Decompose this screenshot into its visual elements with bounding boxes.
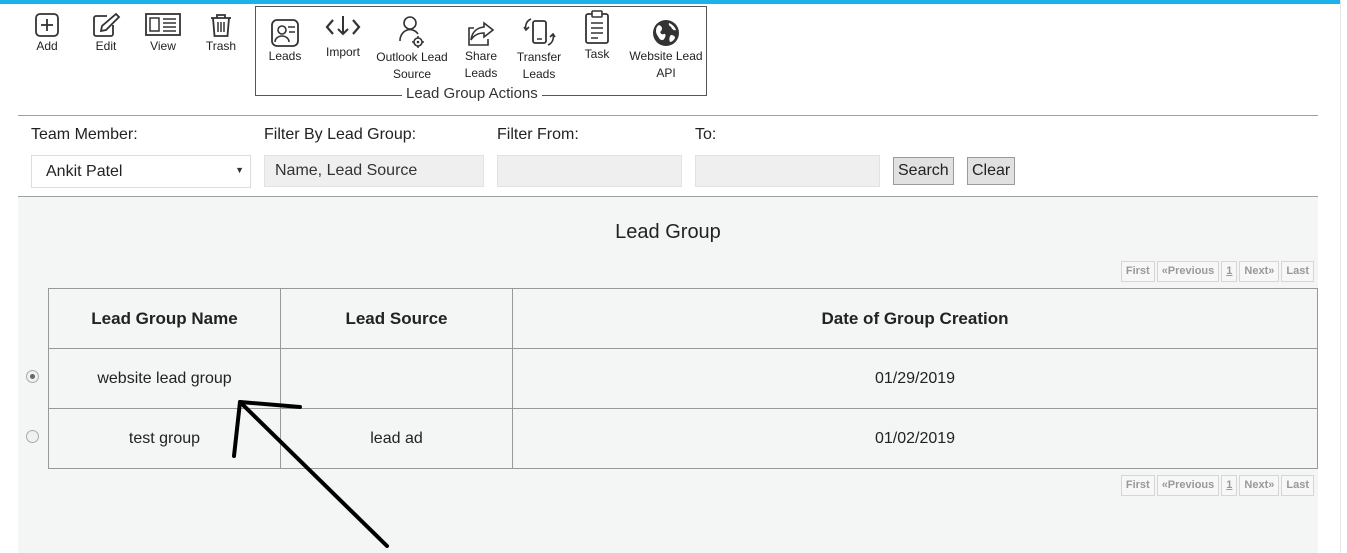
filter-from-label: Filter From:: [497, 126, 579, 143]
top-accent-bar: [0, 0, 1340, 4]
pager-previous[interactable]: «Previous: [1156, 475, 1220, 496]
add-icon: [35, 13, 59, 37]
share-icon: [468, 21, 495, 46]
team-member-select[interactable]: Ankit Patel ▼: [31, 155, 251, 188]
trash-icon: [211, 14, 231, 37]
pager-last[interactable]: Last: [1281, 475, 1314, 496]
globe-icon: [653, 20, 679, 46]
edit-label: Edit: [95, 39, 117, 53]
panel-title: Lead Group: [615, 221, 721, 243]
share-label-1: Share: [464, 49, 498, 63]
clear-button[interactable]: Clear: [967, 157, 1016, 185]
column-header-name[interactable]: Lead Group Name: [48, 288, 281, 349]
pager-next[interactable]: Next»: [1239, 261, 1280, 282]
team-member-value: Ankit Patel: [46, 163, 123, 180]
filter-to-input[interactable]: [695, 155, 880, 187]
filter-from-input[interactable]: [497, 155, 682, 187]
lead-group-panel: Lead Group First «Previous 1 Next» Last …: [18, 197, 1318, 553]
clipboard-icon: [585, 10, 609, 44]
pager-page[interactable]: 1: [1221, 261, 1238, 282]
import-icon: [325, 16, 361, 36]
share-label-2: Leads: [464, 66, 498, 80]
leads-icon: [271, 19, 299, 47]
share-leads-button[interactable]: Share Leads: [462, 18, 500, 82]
task-label: Task: [584, 47, 610, 61]
lead-group-search-input[interactable]: Name, Lead Source: [264, 155, 484, 187]
divider: [18, 115, 1318, 116]
edit-button[interactable]: Edit: [90, 12, 122, 55]
lead-group-search-placeholder: Name, Lead Source: [275, 162, 418, 179]
row-radio-test-group[interactable]: [26, 430, 39, 443]
edit-icon: [93, 12, 121, 37]
cell-lead-source: [280, 348, 513, 409]
view-label: View: [150, 39, 176, 53]
cell-lead-source: lead ad: [280, 408, 513, 469]
website-label-2: API: [656, 66, 676, 80]
transfer-label-2: Leads: [522, 67, 556, 81]
view-button[interactable]: View: [144, 12, 182, 55]
import-label: Import: [325, 45, 360, 59]
pager-next[interactable]: Next»: [1239, 475, 1280, 496]
pager-previous[interactable]: «Previous: [1156, 261, 1220, 282]
trash-button[interactable]: Trash: [205, 12, 237, 55]
website-label-1: Website Lead: [629, 49, 703, 63]
row-radio-website-lead-group[interactable]: [26, 370, 39, 383]
user-settings-icon: [399, 16, 424, 48]
outlook-lead-source-button[interactable]: Outlook Lead Source: [374, 15, 450, 83]
outlook-label-1: Outlook Lead: [376, 50, 448, 64]
table-row[interactable]: website lead group 01/29/2019: [48, 348, 1318, 409]
lead-group-filter-label: Filter By Lead Group:: [264, 126, 417, 143]
pager-first[interactable]: First: [1120, 475, 1155, 496]
cell-creation-date: 01/02/2019: [512, 408, 1318, 469]
task-button[interactable]: Task: [581, 10, 613, 63]
cell-creation-date: 01/29/2019: [512, 348, 1318, 409]
vertical-scrollbar[interactable]: [1340, 0, 1347, 553]
leads-label: Leads: [268, 49, 302, 63]
transfer-label-1: Transfer: [516, 50, 562, 64]
leads-button[interactable]: Leads: [266, 18, 304, 65]
import-button[interactable]: Import: [323, 12, 363, 61]
lead-group-actions-legend: Lead Group Actions: [402, 85, 542, 102]
search-button[interactable]: Search: [893, 157, 954, 185]
chevron-down-icon: ▼: [235, 165, 244, 175]
column-header-source[interactable]: Lead Source: [280, 288, 513, 349]
website-lead-api-button[interactable]: Website Lead API: [627, 18, 705, 82]
lead-group-table: Lead Group Name Lead Source Date of Grou…: [48, 288, 1318, 469]
pager-last[interactable]: Last: [1281, 261, 1314, 282]
team-member-label: Team Member:: [31, 126, 138, 143]
add-label: Add: [36, 39, 58, 53]
pager-bottom: First «Previous 1 Next» Last: [1120, 475, 1314, 496]
view-icon: [145, 13, 181, 36]
pager-page[interactable]: 1: [1221, 475, 1238, 496]
transfer-leads-button[interactable]: Transfer Leads: [514, 15, 564, 83]
pager-top: First «Previous 1 Next» Last: [1120, 261, 1314, 282]
filter-to-label: To:: [695, 126, 717, 143]
table-row[interactable]: test group lead ad 01/02/2019: [48, 408, 1318, 469]
phone-transfer-icon: [523, 18, 556, 46]
trash-label: Trash: [205, 39, 237, 53]
cell-group-name: website lead group: [48, 348, 281, 409]
column-header-date[interactable]: Date of Group Creation: [512, 288, 1318, 349]
outlook-label-2: Source: [392, 67, 432, 81]
pager-first[interactable]: First: [1120, 261, 1155, 282]
table-header-row: Lead Group Name Lead Source Date of Grou…: [48, 288, 1318, 349]
cell-group-name: test group: [48, 408, 281, 469]
add-button[interactable]: Add: [33, 12, 61, 55]
